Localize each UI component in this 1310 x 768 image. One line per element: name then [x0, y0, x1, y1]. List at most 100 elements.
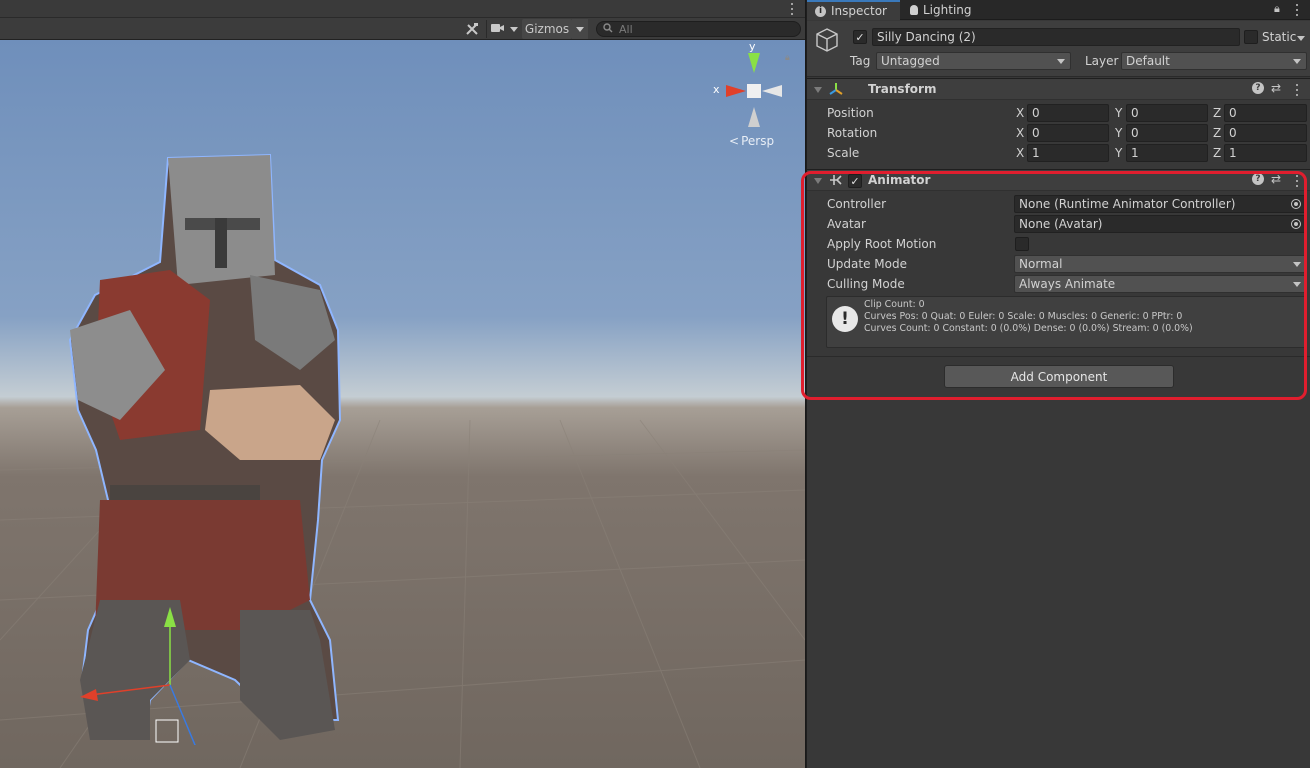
transform-axes-icon: [829, 82, 843, 99]
chevron-down-icon: [1293, 59, 1301, 64]
rotation-label: Rotation: [827, 126, 878, 140]
help-icon[interactable]: ?: [1252, 173, 1264, 185]
axis-y-label: Y: [1115, 106, 1123, 120]
avatar-field[interactable]: None (Avatar): [1014, 215, 1307, 233]
scene-more-icon[interactable]: [790, 3, 794, 15]
foldout-arrow-icon[interactable]: [814, 178, 822, 184]
gizmos-dropdown[interactable]: [572, 19, 588, 39]
search-icon: [603, 22, 613, 36]
object-name-field[interactable]: Silly Dancing (2): [872, 28, 1240, 46]
scene-viewport[interactable]: y x 🔒︎ < Persp: [0, 40, 805, 768]
position-y-field[interactable]: 0: [1126, 104, 1208, 122]
scale-y-value: 1: [1131, 146, 1139, 160]
info-line-clip-count: Clip Count: 0: [864, 299, 925, 310]
add-component-button[interactable]: Add Component: [944, 365, 1174, 388]
static-label[interactable]: Static: [1262, 30, 1296, 44]
apply-root-motion-checkbox[interactable]: [1015, 237, 1029, 251]
gizmos-button[interactable]: Gizmos: [522, 19, 572, 39]
axis-x-label: X: [1016, 106, 1025, 120]
rotation-y-field[interactable]: 0: [1126, 124, 1208, 142]
inspector-more-icon[interactable]: [1295, 4, 1299, 16]
gizmos-label: Gizmos: [524, 22, 570, 36]
controller-value: None (Runtime Animator Controller): [1019, 197, 1236, 211]
move-tool-gizmo[interactable]: [70, 605, 230, 745]
tab-inspector[interactable]: i Inspector: [807, 0, 900, 20]
chevron-down-icon: [1293, 282, 1301, 287]
foldout-arrow-icon[interactable]: [814, 87, 822, 93]
apply-root-motion-row: Apply Root Motion: [807, 234, 1310, 254]
avatar-value: None (Avatar): [1019, 217, 1103, 231]
update-mode-row: Update Mode Normal: [807, 254, 1310, 274]
position-x-field[interactable]: 0: [1027, 104, 1109, 122]
layer-label: Layer: [1085, 54, 1119, 68]
axis-z-label: Z: [1213, 106, 1222, 120]
update-mode-dropdown[interactable]: Normal: [1014, 255, 1307, 273]
scale-x-field[interactable]: 1: [1027, 144, 1109, 162]
object-picker-icon[interactable]: [1291, 219, 1301, 229]
chevron-down-icon: [576, 26, 584, 32]
animator-info-box: ! Clip Count: 0 Curves Pos: 0 Quat: 0 Eu…: [826, 296, 1307, 348]
perspective-icon: <: [729, 134, 740, 148]
help-icon[interactable]: ?: [1252, 82, 1264, 94]
animator-more-icon[interactable]: [1295, 175, 1299, 187]
culling-mode-row: Culling Mode Always Animate: [807, 274, 1310, 294]
tab-lighting[interactable]: Lighting: [902, 0, 992, 20]
presets-icon[interactable]: ⇄: [1271, 172, 1281, 186]
camera-icon: [490, 22, 506, 37]
animator-icon: [829, 173, 843, 190]
position-row: Position X 0 Y 0 Z 0: [807, 103, 1310, 123]
gameobject-cube-icon[interactable]: [815, 27, 843, 60]
inspector-panel: i Inspector Lighting 🔒︎ ✓ Silly Dancing …: [801, 0, 1310, 768]
scale-z-field[interactable]: 1: [1224, 144, 1307, 162]
object-header: ✓ Silly Dancing (2) Static Tag Untagged …: [807, 21, 1310, 77]
position-label: Position: [827, 106, 874, 120]
scale-label: Scale: [827, 146, 860, 160]
inspector-tab-bar: i Inspector Lighting 🔒︎: [807, 0, 1310, 20]
divider: [807, 356, 1310, 357]
orientation-gizmo[interactable]: y x 🔒︎ < Persp: [705, 40, 795, 148]
axis-y-label: Y: [1115, 126, 1123, 140]
scene-toolbar: Gizmos All: [0, 0, 805, 40]
lock-icon[interactable]: 🔒︎: [785, 53, 790, 63]
rotation-x-value: 0: [1032, 126, 1040, 140]
presets-icon[interactable]: ⇄: [1271, 81, 1281, 95]
scene-view[interactable]: Gizmos All y x 🔒︎ < Persp: [0, 0, 805, 768]
axis-x-label: X: [1016, 146, 1025, 160]
static-dropdown-icon[interactable]: [1297, 36, 1305, 41]
rotation-x-field[interactable]: 0: [1027, 124, 1109, 142]
object-name-value: Silly Dancing (2): [877, 30, 976, 44]
scale-y-field[interactable]: 1: [1126, 144, 1208, 162]
position-y-value: 0: [1131, 106, 1139, 120]
info-line-curves-count: Curves Count: 0 Constant: 0 (0.0%) Dense…: [864, 323, 1193, 334]
tag-value: Untagged: [881, 54, 940, 68]
transform-header[interactable]: Transform ? ⇄: [807, 78, 1310, 100]
animator-header[interactable]: ✓ Animator ? ⇄: [807, 169, 1310, 191]
tag-dropdown[interactable]: Untagged: [876, 52, 1071, 70]
animator-enabled-checkbox[interactable]: ✓: [848, 174, 862, 188]
scene-search-input[interactable]: All: [596, 21, 801, 37]
static-checkbox[interactable]: [1244, 30, 1258, 44]
rotation-z-field[interactable]: 0: [1224, 124, 1307, 142]
projection-toggle[interactable]: < Persp: [729, 134, 774, 148]
scene-tab-strip: [0, 0, 805, 18]
position-z-field[interactable]: 0: [1224, 104, 1307, 122]
object-picker-icon[interactable]: [1291, 199, 1301, 209]
object-active-checkbox[interactable]: ✓: [853, 30, 867, 44]
scale-z-value: 1: [1229, 146, 1237, 160]
lightbulb-icon: [910, 5, 918, 15]
update-mode-label: Update Mode: [827, 257, 907, 271]
layer-dropdown[interactable]: Default: [1121, 52, 1307, 70]
avatar-label: Avatar: [827, 217, 866, 231]
transform-title: Transform: [868, 82, 937, 96]
tools-icon[interactable]: [460, 19, 484, 39]
lock-icon[interactable]: 🔒︎: [1274, 2, 1280, 16]
animator-title: Animator: [868, 173, 931, 187]
camera-menu-button[interactable]: [488, 19, 520, 39]
culling-mode-dropdown[interactable]: Always Animate: [1014, 275, 1307, 293]
update-mode-value: Normal: [1019, 257, 1063, 271]
scale-row: Scale X 1 Y 1 Z 1: [807, 143, 1310, 163]
controller-field[interactable]: None (Runtime Animator Controller): [1014, 195, 1307, 213]
checkmark-icon: ✓: [850, 174, 860, 188]
culling-mode-label: Culling Mode: [827, 277, 905, 291]
transform-more-icon[interactable]: [1295, 84, 1299, 96]
